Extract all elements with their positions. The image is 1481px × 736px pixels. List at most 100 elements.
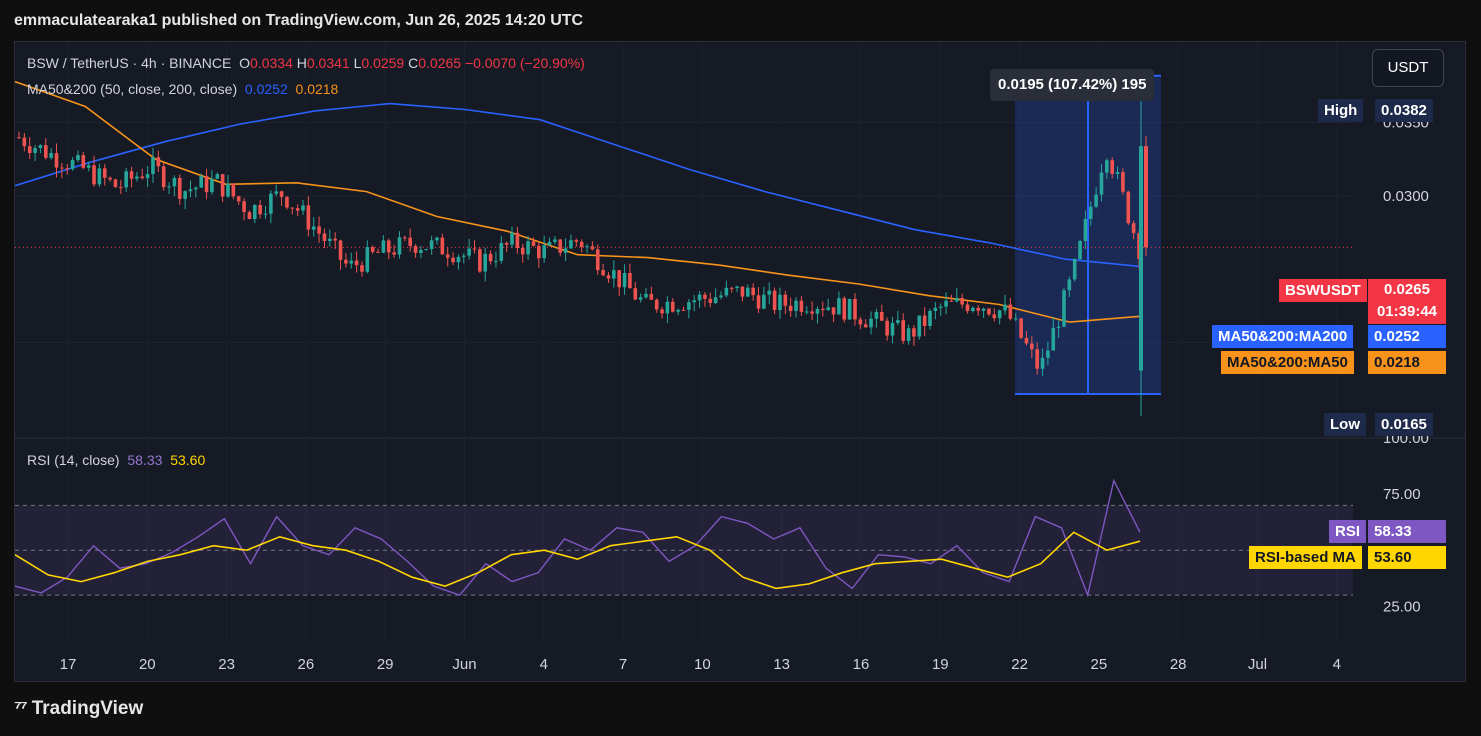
time-tick-label: 20 <box>139 656 156 673</box>
candle-body <box>858 319 863 325</box>
time-tick-label: 16 <box>853 656 870 673</box>
candle-body <box>874 311 879 319</box>
rsi-legend[interactable]: RSI (14, close) 58.33 53.60 <box>27 452 205 468</box>
ma200-tag-value: 0.0252 <box>1368 325 1446 348</box>
price-tick-label: 0.0300 <box>1383 188 1429 205</box>
candle-body <box>467 248 471 256</box>
candle-body <box>547 241 552 246</box>
candle-body <box>456 256 461 263</box>
candle-body <box>965 304 970 312</box>
candle-body <box>17 137 21 139</box>
candle-body <box>644 293 648 298</box>
high-value: 0.0341 <box>306 55 350 71</box>
candle-body <box>445 254 450 258</box>
candle-body <box>1067 279 1072 291</box>
candle-body <box>220 174 225 197</box>
candle-body <box>1035 349 1039 369</box>
last-price-tag: 0.0265 01:39:44 <box>1368 279 1446 324</box>
ma200-line <box>15 102 1141 268</box>
candle-body <box>617 270 621 288</box>
rsi-value: 58.33 <box>127 452 163 468</box>
candle-body <box>354 260 359 266</box>
candle-body <box>992 314 997 319</box>
time-tick-label: 25 <box>1091 656 1108 673</box>
candle-body <box>537 245 541 259</box>
ma50-value: 0.0218 <box>295 81 339 97</box>
candle-body <box>612 270 616 279</box>
candle-body <box>628 273 632 289</box>
candle-body <box>842 298 847 320</box>
chart-frame[interactable]: 0.03500.03000.02001720232629Jun471013161… <box>14 41 1466 682</box>
candle-body <box>306 205 311 230</box>
candle-body <box>252 204 257 220</box>
candle-body <box>338 240 343 260</box>
candle-body <box>853 298 857 320</box>
low-tag-label: Low <box>1324 413 1366 436</box>
candle-body <box>1131 223 1136 234</box>
candle-body <box>622 273 627 288</box>
ma200-value: 0.0252 <box>244 81 288 97</box>
candle-body <box>263 213 268 215</box>
candle-body <box>317 226 321 234</box>
candle-body <box>226 183 230 197</box>
candle-body <box>649 293 654 300</box>
low-value: 0.0259 <box>361 55 405 71</box>
candle-body <box>1139 146 1143 371</box>
close-label: C <box>408 55 419 71</box>
candle-body <box>236 196 241 202</box>
rsi-tag-value: 58.33 <box>1368 520 1446 543</box>
candle-body <box>681 309 686 311</box>
candle-body <box>1024 337 1029 344</box>
candle-body <box>837 298 841 315</box>
currency-unit-button[interactable]: USDT <box>1372 49 1444 87</box>
candle-body <box>161 166 166 188</box>
candle-body <box>553 239 557 242</box>
candle-body <box>199 176 204 188</box>
candle-body <box>831 307 836 315</box>
candle-body <box>1008 304 1013 319</box>
candle-body <box>1051 327 1056 351</box>
time-tick-label: 23 <box>218 656 235 673</box>
candle-body <box>1078 240 1082 260</box>
candle-body <box>660 309 664 314</box>
candle-body <box>65 168 70 170</box>
candle-body <box>531 241 536 246</box>
candle-body <box>1110 160 1115 174</box>
candle-body <box>746 287 750 297</box>
candle-body <box>558 239 563 253</box>
candle-body <box>285 196 289 208</box>
candle-body <box>172 177 177 187</box>
candle-body <box>194 187 198 190</box>
candle-body <box>188 189 193 192</box>
candle-body <box>1062 290 1066 327</box>
candle-body <box>997 310 1002 319</box>
candle-body <box>971 307 975 312</box>
candle-body <box>151 157 155 175</box>
time-tick-label: 4 <box>1333 656 1341 673</box>
candle-body <box>360 265 364 272</box>
tradingview-logo[interactable]: ⁷⁷ TradingView <box>14 698 143 720</box>
candle-body <box>86 165 91 168</box>
candle-body <box>97 168 102 185</box>
candle-body <box>697 294 702 301</box>
time-tick-label: 19 <box>932 656 949 673</box>
candle-body <box>520 247 525 255</box>
rsi-legend-label: RSI (14, close) <box>27 452 120 468</box>
candle-body <box>981 308 986 311</box>
candle-body <box>242 201 246 213</box>
candle-body <box>215 174 220 179</box>
candle-body <box>349 260 354 264</box>
candle-body <box>928 310 932 326</box>
candle-body <box>1030 343 1034 350</box>
candle-body <box>590 246 595 250</box>
candle-body <box>906 328 911 341</box>
candle-body <box>1046 350 1050 358</box>
candle-body <box>135 176 139 179</box>
candle-body <box>435 237 439 241</box>
candle-body <box>328 238 332 242</box>
candle-body <box>472 248 477 250</box>
candle-body <box>274 191 279 194</box>
time-tick-label: 28 <box>1170 656 1187 673</box>
candle-body <box>92 165 96 185</box>
ma-legend[interactable]: MA50&200 (50, close, 200, close) 0.0252 … <box>27 81 338 97</box>
